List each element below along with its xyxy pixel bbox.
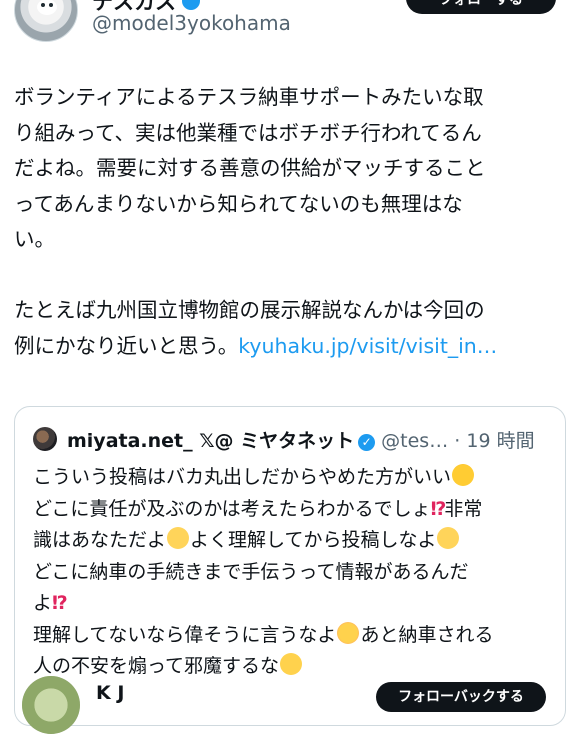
tweet-line: たとえば九州国立博物館の展示解説なんかは今回の xyxy=(14,298,485,322)
tweet-body: ボランティアによるテスラ納車サポートみたいな取 り組みって、実は他業種ではボチボ… xyxy=(14,80,562,364)
quote-line: どこに責任が及ぶのかは考えたらわかるでしょ⁉非常 xyxy=(33,494,553,526)
eye-icon xyxy=(41,3,45,7)
quote-line-text: こういう投稿はバカ丸出しだからやめた方がいい xyxy=(33,466,452,488)
laughing-crying-icon xyxy=(452,464,475,486)
quote-line: よ⁉ xyxy=(33,588,553,620)
author-handle[interactable]: @model3yokohama xyxy=(92,11,291,35)
quote-header: miyata.net_ 𝕏@ ミヤタネット ✓ @tes… · 19 時間 xyxy=(67,429,535,453)
follow-button[interactable]: フォローする xyxy=(406,0,556,14)
quote-separator: · xyxy=(454,430,461,452)
quote-timestamp[interactable]: 19 時間 xyxy=(466,430,534,452)
quote-author-handle[interactable]: @tes… xyxy=(381,430,448,452)
quote-line-text: 非常 xyxy=(444,497,483,520)
tweet-line: り組みって、実は他業種ではボチボチ行われてるん xyxy=(14,120,482,145)
quote-line-text: どこに責任が及ぶのかは考えたらわかるでしょ xyxy=(33,497,431,520)
polar-bear-face-icon xyxy=(37,0,57,15)
quote-line: こういう投稿はバカ丸出しだからやめた方がいい xyxy=(33,462,553,494)
exclamation-question-icon: ⁉ xyxy=(430,497,447,520)
verified-badge-icon: ✓ xyxy=(358,434,376,451)
shushing-face-icon xyxy=(167,527,190,549)
tweet-line-text: 例にかなり近いと思う。 xyxy=(14,333,239,358)
tweet-line: だよね。需要に対する善意の供給がマッチすること xyxy=(14,156,486,180)
quote-line-text: あと納車される xyxy=(360,623,494,646)
quote-line: 理解してないなら偉そうに言うなよ あと納車される xyxy=(33,620,553,652)
quote-line-text: よ xyxy=(33,592,53,614)
quote-body: こういう投稿はバカ丸出しだからやめた方がいい どこに責任が及ぶのかは考えたらわか… xyxy=(33,462,553,683)
tweet-line: 例にかなり近いと思う。kyuhaku.jp/visit/visit_in… xyxy=(14,329,562,365)
quote-line: 識はあなただよ よく理解してから投稿しなよ xyxy=(33,525,553,557)
tweet-line: ってあんまりないから知られてないのも無理はな xyxy=(14,191,463,216)
kissing-face-icon xyxy=(337,621,360,644)
quote-line-text: 識はあなただよ xyxy=(33,529,167,551)
reply-author-name[interactable]: K J xyxy=(96,682,124,704)
quote-line-text: よく理解してから投稿しなよ xyxy=(190,529,437,551)
author-avatar[interactable] xyxy=(14,0,78,42)
verified-badge-icon xyxy=(182,0,200,10)
quote-line-text: 理解してないなら偉そうに言うなよ xyxy=(33,623,337,646)
shushing-face-icon xyxy=(437,527,460,549)
tweet-line: ボランティアによるテスラ納車サポートみたいな取 xyxy=(14,85,484,109)
reply-author-avatar[interactable] xyxy=(22,676,80,734)
quote-author-name[interactable]: miyata.net_ 𝕏@ ミヤタネット xyxy=(67,430,354,452)
eye-icon xyxy=(49,3,53,7)
next-reply-row: K J フォローバックする xyxy=(0,668,580,734)
exclamation-question-icon: ⁉ xyxy=(52,592,68,614)
tweet-link[interactable]: kyuhaku.jp/visit/visit_in… xyxy=(238,334,497,358)
tweet-author-row: テスカス @model3yokohama フォローする xyxy=(0,0,580,60)
follow-back-button[interactable]: フォローバックする xyxy=(376,682,546,712)
quote-author-avatar[interactable] xyxy=(33,427,57,451)
tweet-line: い。 xyxy=(14,227,55,251)
quote-line: どこに納車の手続きまで手伝うって情報があるんだ xyxy=(33,560,469,583)
paragraph-break xyxy=(14,258,562,294)
